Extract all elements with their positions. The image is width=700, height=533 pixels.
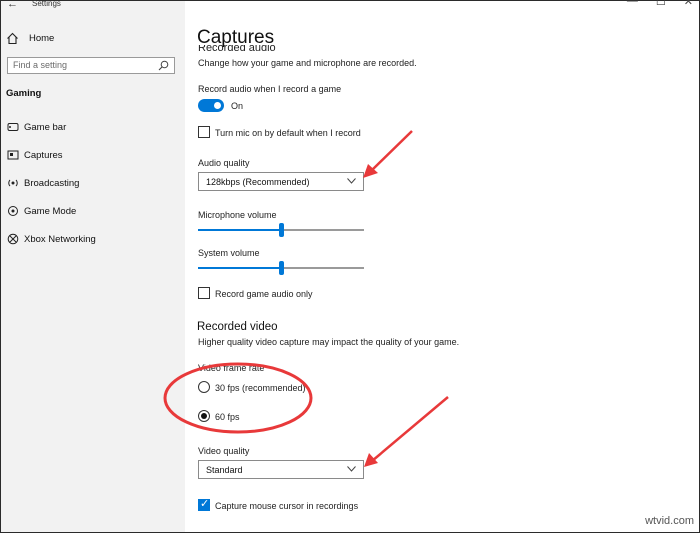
frame-rate-30-label: 30 fps (recommended) xyxy=(215,383,306,393)
dropdown-value: Standard xyxy=(206,465,243,475)
search-input[interactable]: Find a setting xyxy=(7,57,175,74)
sidebar-item-label: Game Mode xyxy=(24,205,77,217)
frame-rate-60-radio[interactable] xyxy=(198,410,210,422)
home-label: Home xyxy=(29,32,55,44)
system-volume-slider[interactable] xyxy=(198,261,364,275)
toggle-knob xyxy=(214,102,221,109)
slider-thumb[interactable] xyxy=(278,261,284,275)
sidebar-item-label: Game bar xyxy=(24,121,67,133)
capture-cursor-label: Capture mouse cursor in recordings xyxy=(215,501,359,511)
audio-quality-dropdown[interactable]: 128kbps (Recommended) xyxy=(198,172,364,191)
record-audio-toggle[interactable] xyxy=(198,99,224,112)
slider-fill xyxy=(198,267,281,269)
mic-default-label: Turn mic on by default when I record xyxy=(215,128,361,138)
broadcasting-icon xyxy=(8,179,18,187)
sidebar-item-game-bar[interactable]: Game bar xyxy=(7,119,66,135)
recorded-video-heading: Recorded video xyxy=(197,321,278,333)
recorded-audio-heading: Recorded audio xyxy=(198,45,276,52)
sidebar-item-captures[interactable]: Captures xyxy=(7,147,63,163)
captures-icon xyxy=(7,150,19,160)
minimize-button[interactable]: — xyxy=(627,0,638,8)
sidebar: ← Settings Home Find a setting Gaming Ga… xyxy=(1,0,185,532)
capture-cursor-checkbox[interactable]: ✓ xyxy=(198,498,210,511)
sidebar-item-game-mode[interactable]: Game Mode xyxy=(7,203,76,219)
frame-rate-60-label: 60 fps xyxy=(215,412,240,422)
record-audio-label: Record audio when I record a game xyxy=(198,84,342,94)
watermark: wtvid.com xyxy=(645,515,694,527)
maximize-button[interactable]: ☐ xyxy=(656,0,666,8)
game-bar-icon xyxy=(7,123,19,131)
audio-quality-label: Audio quality xyxy=(198,158,250,168)
chevron-down-icon xyxy=(347,466,356,472)
sidebar-item-label: Captures xyxy=(24,149,63,161)
main-panel: — ☐ ✕ Captures Recorded audio Change how… xyxy=(185,0,699,532)
back-arrow-icon[interactable]: ← xyxy=(7,0,18,10)
sidebar-item-label: Broadcasting xyxy=(24,177,80,189)
video-quality-label: Video quality xyxy=(198,446,250,456)
game-audio-only-checkbox[interactable] xyxy=(198,287,210,299)
mic-default-checkbox[interactable] xyxy=(198,126,210,138)
sidebar-item-broadcasting[interactable]: Broadcasting xyxy=(7,175,79,191)
home-link[interactable]: Home xyxy=(6,30,54,46)
mic-volume-label: Microphone volume xyxy=(198,210,277,220)
home-icon xyxy=(7,32,18,44)
radio-selected-dot xyxy=(201,413,207,419)
video-description: Higher quality video capture may impact … xyxy=(198,337,460,347)
video-quality-dropdown[interactable]: Standard xyxy=(198,460,364,479)
search-icon[interactable] xyxy=(158,60,169,71)
slider-fill xyxy=(198,229,281,231)
section-label-gaming: Gaming xyxy=(6,88,42,99)
game-audio-only-label: Record game audio only xyxy=(215,289,313,299)
dropdown-value: 128kbps (Recommended) xyxy=(206,177,310,187)
app-title: Settings xyxy=(32,0,61,8)
window-controls: — ☐ ✕ xyxy=(627,0,693,8)
sidebar-item-label: Xbox Networking xyxy=(24,233,96,245)
checkmark-icon: ✓ xyxy=(200,498,210,510)
xbox-icon xyxy=(7,233,19,245)
mic-volume-slider[interactable] xyxy=(198,223,364,237)
title-bar: ← Settings xyxy=(1,0,185,13)
slider-thumb[interactable] xyxy=(278,223,284,237)
system-volume-label: System volume xyxy=(198,248,260,258)
game-mode-icon xyxy=(8,206,18,216)
search-placeholder: Find a setting xyxy=(13,60,68,70)
close-button[interactable]: ✕ xyxy=(684,0,693,8)
sidebar-item-xbox-networking[interactable]: Xbox Networking xyxy=(7,231,96,247)
audio-description: Change how your game and microphone are … xyxy=(198,58,417,68)
toggle-state-label: On xyxy=(231,101,244,111)
chevron-down-icon xyxy=(347,178,356,184)
frame-rate-30-radio[interactable] xyxy=(198,381,210,393)
frame-rate-label: Video frame rate xyxy=(198,363,265,373)
